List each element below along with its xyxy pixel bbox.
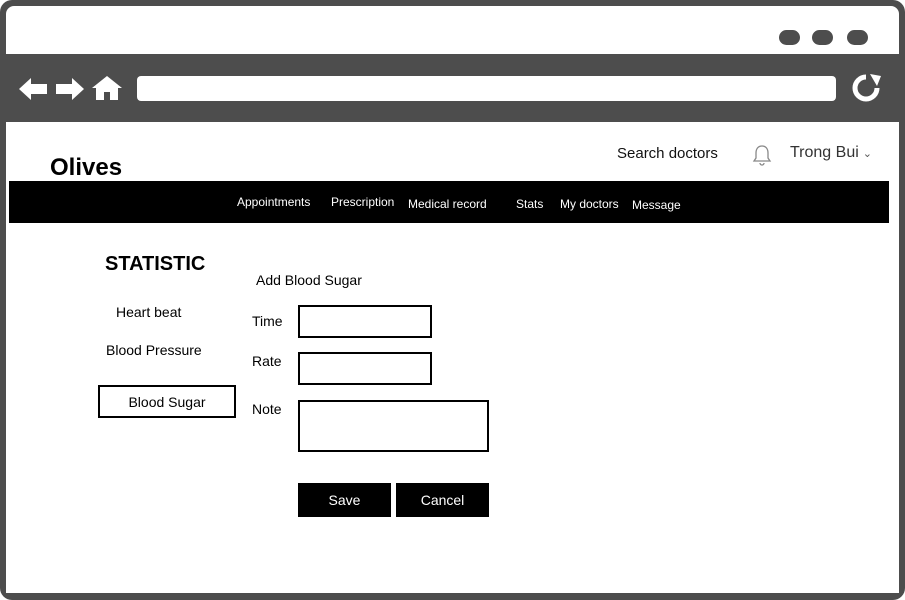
window-control-dot[interactable]: [847, 30, 868, 45]
arrow-right-icon[interactable]: [55, 77, 85, 101]
main-menu: Appointments Prescription Medical record…: [9, 181, 889, 223]
menu-item-my-doctors[interactable]: My doctors: [560, 197, 619, 211]
brand-logo[interactable]: Olives: [50, 154, 122, 182]
note-label: Note: [252, 401, 282, 417]
arrow-left-icon[interactable]: [18, 77, 48, 101]
menu-item-appointments[interactable]: Appointments: [237, 195, 310, 209]
window-control-dot[interactable]: [779, 30, 800, 45]
time-input[interactable]: [298, 305, 432, 338]
user-menu[interactable]: Trong Bui ⌄: [790, 144, 872, 162]
menu-item-medical-record[interactable]: Medical record: [408, 197, 487, 211]
form-title: Add Blood Sugar: [256, 272, 362, 288]
menu-item-prescription[interactable]: Prescription: [331, 195, 394, 209]
chevron-down-icon: ⌄: [862, 148, 872, 160]
sidebar-item-blood-pressure[interactable]: Blood Pressure: [106, 342, 202, 358]
window-control-dot[interactable]: [812, 30, 833, 45]
time-label: Time: [252, 313, 283, 329]
home-icon[interactable]: [91, 75, 123, 101]
page-title: STATISTIC: [105, 253, 206, 275]
bell-icon[interactable]: [752, 144, 772, 166]
menu-item-stats[interactable]: Stats: [516, 197, 543, 211]
save-button[interactable]: Save: [298, 483, 391, 517]
user-name: Trong Bui: [790, 144, 859, 161]
address-bar[interactable]: [137, 76, 836, 101]
menu-item-message[interactable]: Message: [632, 198, 681, 212]
browser-titlebar: [6, 6, 899, 54]
reload-icon[interactable]: [850, 73, 882, 103]
note-textarea[interactable]: [298, 400, 489, 452]
sidebar-item-blood-sugar[interactable]: Blood Sugar: [98, 385, 236, 418]
search-doctors-link[interactable]: Search doctors: [617, 145, 718, 162]
sidebar-item-heart-beat[interactable]: Heart beat: [116, 304, 181, 320]
rate-input[interactable]: [298, 352, 432, 385]
rate-label: Rate: [252, 353, 282, 369]
cancel-button[interactable]: Cancel: [396, 483, 489, 517]
